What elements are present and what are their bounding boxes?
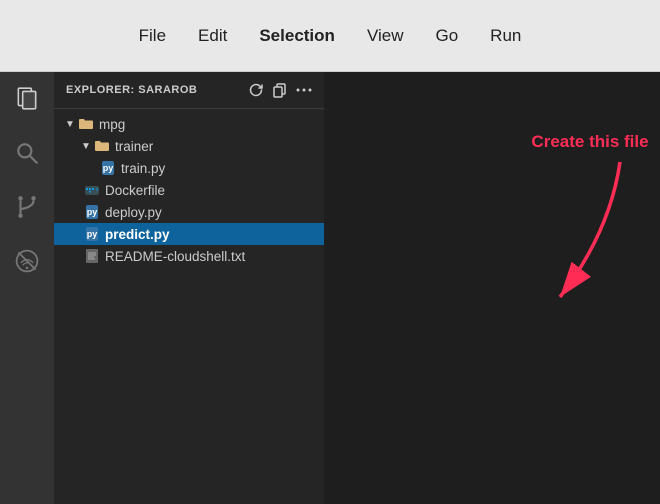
- more-actions-icon[interactable]: [296, 82, 312, 98]
- collapse-icon[interactable]: [272, 82, 288, 98]
- svg-text:py: py: [103, 163, 114, 173]
- annotation: Create this file: [530, 132, 650, 317]
- readme-icon: [84, 248, 100, 264]
- search-icon[interactable]: [10, 136, 44, 170]
- chevron-down-icon: ▼: [62, 119, 78, 130]
- folder-icon: [78, 116, 94, 132]
- menu-view[interactable]: View: [367, 26, 404, 46]
- explorer-panel: EXPLORER: SARAROB: [54, 72, 324, 504]
- explorer-header: EXPLORER: SARAROB: [54, 72, 324, 109]
- annotation-text: Create this file: [530, 132, 650, 152]
- annotation-arrow: [530, 152, 650, 312]
- python-icon: py: [84, 204, 100, 220]
- menu-run[interactable]: Run: [490, 26, 521, 46]
- svg-text:py: py: [87, 207, 98, 217]
- main-layout: EXPLORER: SARAROB: [0, 72, 660, 504]
- menu-selection[interactable]: Selection: [259, 26, 335, 46]
- menu-go[interactable]: Go: [435, 26, 458, 46]
- tree-item-readme[interactable]: README-cloudshell.txt: [54, 245, 324, 267]
- header-actions: [248, 82, 312, 98]
- menubar: File Edit Selection View Go Run: [0, 0, 660, 72]
- explorer-title: EXPLORER: SARAROB: [66, 84, 197, 96]
- refresh-icon[interactable]: [248, 82, 264, 98]
- menu-file[interactable]: File: [139, 26, 166, 46]
- tree-item-trainer[interactable]: ▼ trainer: [54, 135, 324, 157]
- python-icon: py: [84, 226, 100, 242]
- tree-item-train-py[interactable]: py train.py: [54, 157, 324, 179]
- menu-edit[interactable]: Edit: [198, 26, 227, 46]
- tree-item-dockerfile[interactable]: Dockerfile: [54, 179, 324, 201]
- source-control-icon[interactable]: [10, 190, 44, 224]
- folder-icon: [94, 138, 110, 154]
- svg-text:py: py: [87, 229, 98, 239]
- chevron-down-icon: ▼: [78, 141, 94, 152]
- no-extensions-icon[interactable]: [10, 244, 44, 278]
- tree-item-mpg[interactable]: ▼ mpg: [54, 113, 324, 135]
- tree-item-predict-py[interactable]: py predict.py: [54, 223, 324, 245]
- python-icon: py: [100, 160, 116, 176]
- tree-item-deploy-py[interactable]: py deploy.py: [54, 201, 324, 223]
- content-area: Create this file: [324, 72, 660, 504]
- files-icon[interactable]: [10, 82, 44, 116]
- file-tree: ▼ mpg ▼ trainer: [54, 109, 324, 504]
- activity-bar: [0, 72, 54, 504]
- docker-icon: [84, 182, 100, 198]
